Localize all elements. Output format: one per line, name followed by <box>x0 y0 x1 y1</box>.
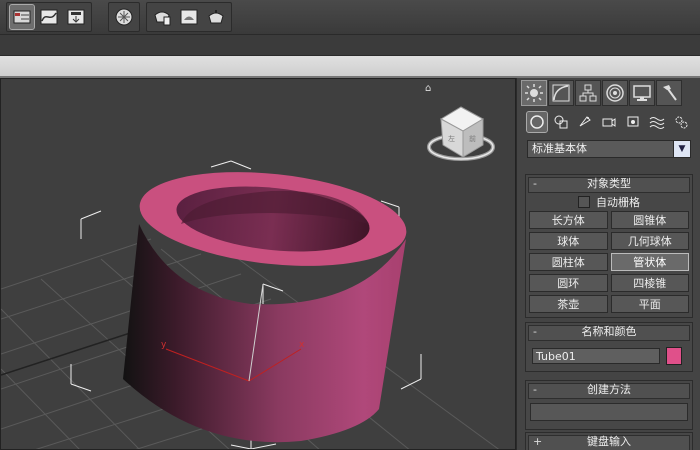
rendered-frame-button[interactable] <box>177 5 201 29</box>
shapes-icon <box>554 115 568 129</box>
lights-button[interactable] <box>575 112 595 132</box>
geosphere-button[interactable]: 几何球体 <box>610 232 689 250</box>
scene-explorer-button[interactable] <box>9 4 35 30</box>
tab-utilities[interactable] <box>656 80 682 106</box>
sphere-button[interactable]: 球体 <box>529 232 608 250</box>
autogrid-label: 自动栅格 <box>596 196 640 209</box>
pyramid-button[interactable]: 四棱锥 <box>610 274 689 292</box>
object-color-swatch[interactable] <box>666 347 682 365</box>
cylinder-button[interactable]: 圆柱体 <box>529 253 608 271</box>
autogrid-checkbox[interactable] <box>578 196 590 208</box>
creation-method-title: 创建方法 <box>587 383 631 396</box>
box-button[interactable]: 长方体 <box>529 211 608 229</box>
torus-button[interactable]: 圆环 <box>529 274 608 292</box>
creation-method-option[interactable] <box>530 403 688 421</box>
tube-button[interactable]: 管状体 <box>610 253 689 271</box>
object-name-field[interactable]: Tube01 <box>532 348 660 364</box>
category-dropdown[interactable]: 标准基本体 ▼ <box>527 140 691 158</box>
toolbar-group-explorer <box>6 2 92 32</box>
toolbar-group-render <box>146 2 232 32</box>
sphere-icon <box>530 115 544 129</box>
object-type-title: 对象类型 <box>587 177 631 190</box>
object-type-buttons: 长方体 圆锥体 球体 几何球体 圆柱体 管状体 圆环 四棱锥 茶壶 平面 <box>526 211 692 317</box>
tab-display[interactable] <box>629 80 655 106</box>
wave-icon <box>649 117 665 129</box>
axis-y-label: y <box>161 340 167 350</box>
light-icon <box>579 116 591 127</box>
axis-x-label: x <box>299 340 305 350</box>
keyboard-entry-rollout: + 键盘输入 <box>525 432 693 450</box>
plane-button[interactable]: 平面 <box>610 295 689 313</box>
perspective-viewport[interactable]: ⌂ y x 左 前 <box>0 78 516 450</box>
ribbon-bar <box>0 56 700 78</box>
svg-text:前: 前 <box>469 134 476 143</box>
name-row: Tube01 <box>526 341 692 371</box>
toolbar-strip <box>0 35 700 56</box>
command-panel-tabs <box>521 80 682 106</box>
expand-sign: + <box>533 435 543 448</box>
teapot-button[interactable]: 茶壶 <box>529 295 608 313</box>
hierarchy-icon <box>579 84 597 102</box>
render-setup-button[interactable] <box>150 5 174 29</box>
name-color-rollout: - 名称和颜色 Tube01 <box>525 322 693 372</box>
camera-icon <box>602 118 616 127</box>
name-color-title: 名称和颜色 <box>581 325 637 338</box>
object-type-rollout: - 对象类型 自动栅格 长方体 圆锥体 球体 几何球体 圆柱体 管状体 圆环 四… <box>525 174 693 318</box>
creation-method-header[interactable]: - 创建方法 <box>528 383 690 399</box>
curve-editor-button[interactable] <box>37 5 61 29</box>
rendered-frame-icon <box>180 9 198 25</box>
keyboard-entry-header[interactable]: + 键盘输入 <box>528 435 690 450</box>
collapse-sign: - <box>533 177 537 190</box>
motion-icon <box>606 84 624 102</box>
tab-hierarchy[interactable] <box>575 80 601 106</box>
collapse-sign: - <box>533 325 537 338</box>
render-production-icon <box>208 10 224 24</box>
helper-tape-icon <box>627 116 639 127</box>
tab-motion[interactable] <box>602 80 628 106</box>
command-panel: 标准基本体 ▼ - 对象类型 自动栅格 长方体 圆锥体 球体 几何球体 圆柱体 … <box>516 78 700 450</box>
tab-create[interactable] <box>521 80 547 106</box>
geometry-button[interactable] <box>526 111 548 133</box>
schematic-view-button[interactable] <box>64 5 88 29</box>
collapse-sign: - <box>533 383 537 396</box>
keyboard-entry-title: 键盘输入 <box>587 435 631 448</box>
main-toolbar <box>0 0 700 35</box>
curve-editor-icon <box>40 9 58 25</box>
material-editor-button[interactable] <box>112 5 136 29</box>
creation-method-rollout: - 创建方法 <box>525 380 693 430</box>
autogrid-row: 自动栅格 <box>526 193 692 211</box>
schematic-view-icon <box>67 9 85 25</box>
render-production-button[interactable] <box>204 5 228 29</box>
shapes-button[interactable] <box>551 112 571 132</box>
render-setup-icon <box>154 11 171 26</box>
gears-icon <box>675 116 688 129</box>
chevron-down-icon[interactable]: ▼ <box>673 141 690 157</box>
material-editor-icon <box>115 8 133 26</box>
hammer-icon <box>663 85 677 101</box>
systems-button[interactable] <box>671 112 691 132</box>
spacewarps-button[interactable] <box>647 112 667 132</box>
tab-modify[interactable] <box>548 80 574 106</box>
sun-icon <box>525 84 543 102</box>
cone-button[interactable]: 圆锥体 <box>610 211 689 229</box>
name-color-header[interactable]: - 名称和颜色 <box>528 325 690 341</box>
toolbar-group-material <box>108 2 140 32</box>
category-value: 标准基本体 <box>532 142 587 155</box>
create-category-tabs <box>526 111 691 133</box>
helpers-button[interactable] <box>623 112 643 132</box>
cameras-button[interactable] <box>599 112 619 132</box>
object-type-header[interactable]: - 对象类型 <box>528 177 690 193</box>
viewport-scene: y x 左 前 <box>1 106 500 449</box>
display-monitor-icon <box>633 85 651 101</box>
svg-text:左: 左 <box>448 134 455 143</box>
modify-curve-icon <box>552 84 570 102</box>
viewcube[interactable]: 左 前 <box>427 106 495 161</box>
scene-explorer-icon <box>13 10 31 24</box>
